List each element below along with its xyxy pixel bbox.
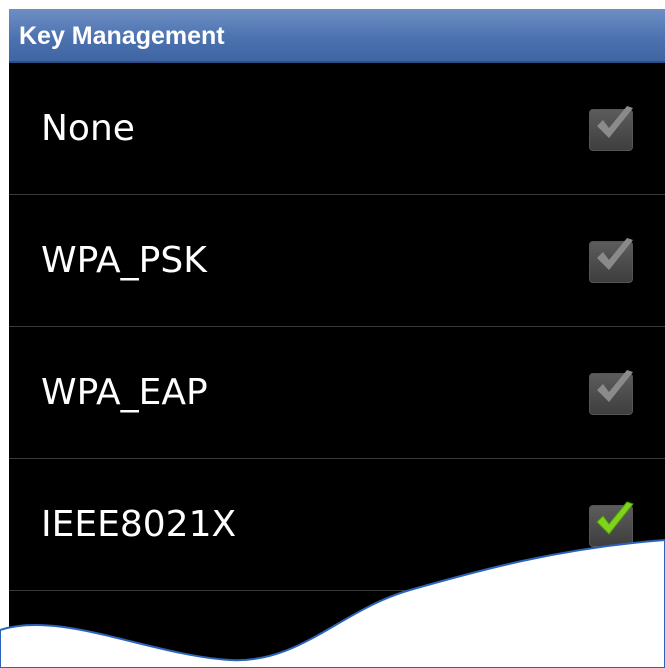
checkbox-wpa-psk[interactable] xyxy=(589,238,633,283)
key-management-dialog: Key Management None WPA_PSK WPA_EAP IEEE… xyxy=(9,9,665,668)
checkmark-icon xyxy=(597,106,633,138)
checkmark-icon xyxy=(597,370,633,402)
checkbox-none[interactable] xyxy=(589,106,633,151)
option-label: WPA_EAP xyxy=(41,372,208,413)
checkmark-icon xyxy=(596,501,634,535)
checkbox-wpa-eap[interactable] xyxy=(589,370,633,415)
option-row-wpa-psk[interactable]: WPA_PSK xyxy=(9,195,665,327)
dialog-title: Key Management xyxy=(9,9,665,63)
option-row-ieee8021x[interactable]: IEEE8021X xyxy=(9,459,665,591)
option-label: None xyxy=(41,108,135,149)
option-label: WPA_PSK xyxy=(41,240,207,281)
option-row-wpa-eap[interactable]: WPA_EAP xyxy=(9,327,665,459)
option-label: IEEE8021X xyxy=(41,504,237,545)
option-list: None WPA_PSK WPA_EAP IEEE8021X xyxy=(9,63,665,591)
checkbox-ieee8021x[interactable] xyxy=(589,501,634,547)
screen: Key Management None WPA_PSK WPA_EAP IEEE… xyxy=(0,0,665,668)
checkmark-icon xyxy=(597,238,633,270)
option-row-none[interactable]: None xyxy=(9,63,665,195)
